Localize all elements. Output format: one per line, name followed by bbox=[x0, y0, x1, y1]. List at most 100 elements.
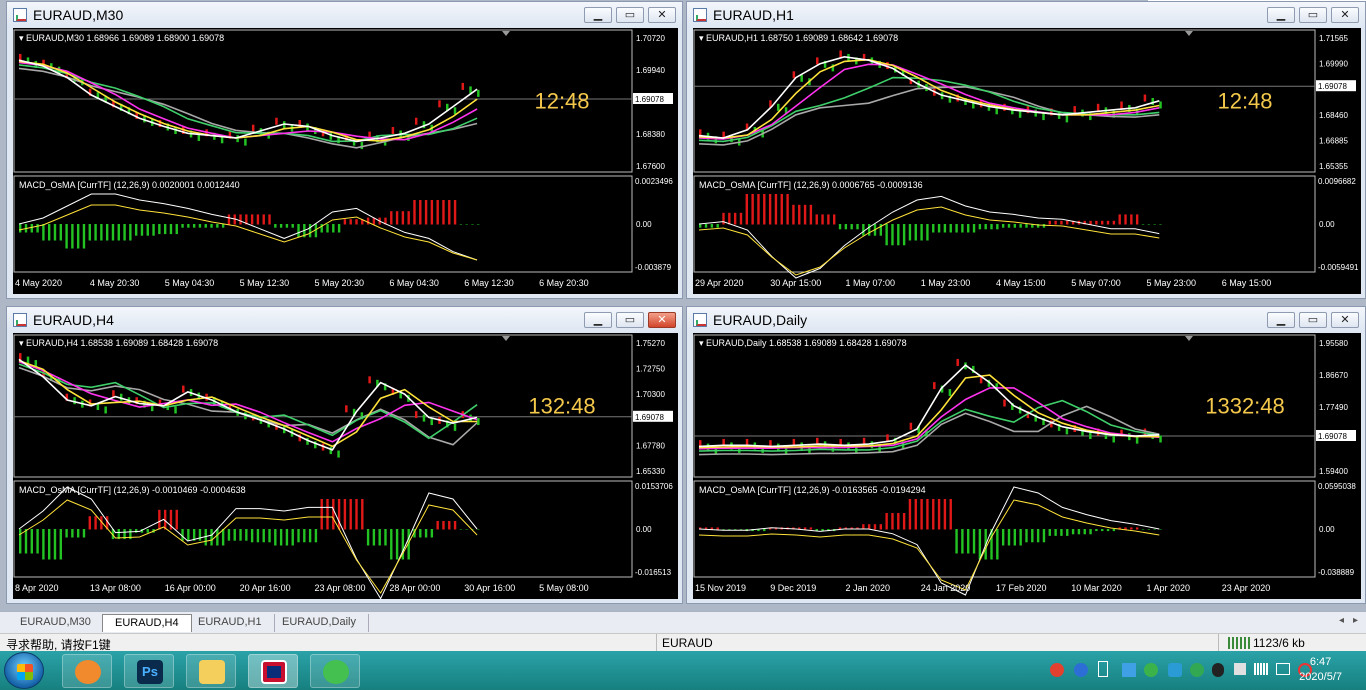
taskbar-photoshop[interactable]: Ps bbox=[124, 654, 174, 688]
chart-plot-area[interactable]: ▾ EURAUD,Daily 1.68538 1.69089 1.68428 1… bbox=[693, 333, 1361, 599]
macd-histogram-bar bbox=[850, 224, 853, 230]
window-titlebar[interactable]: EURAUD,H4 ▁ ▭ ✕ bbox=[7, 307, 682, 333]
macd-histogram-bar bbox=[337, 499, 341, 530]
chart-window-euraud-daily[interactable]: EURAUD,Daily ▁ ▭ ✕ ▾ EURAUD,Daily 1.6853… bbox=[686, 306, 1366, 604]
macd-signal-line bbox=[698, 206, 1160, 276]
tab-euraud-daily[interactable]: EURAUD,Daily bbox=[270, 614, 369, 632]
macd-histogram-bar bbox=[1089, 529, 1092, 535]
macd-histogram-bar bbox=[920, 499, 923, 530]
taskbar-metatrader[interactable] bbox=[248, 654, 298, 688]
macd-histogram-bar bbox=[1036, 529, 1040, 543]
macd-histogram-bar bbox=[146, 224, 149, 236]
macd-histogram-bar bbox=[291, 224, 294, 228]
chart-window-euraud-m30[interactable]: EURAUD,M30 ▁ ▭ ✕ ▾ EURAUD,M30 1.68966 1.… bbox=[6, 1, 683, 299]
tab-euraud-h1[interactable]: EURAUD,H1 bbox=[186, 614, 275, 632]
macd-axis-label: -0.0059491 bbox=[1318, 263, 1359, 272]
close-button[interactable]: ✕ bbox=[1331, 7, 1359, 23]
maximize-button[interactable]: ▭ bbox=[1299, 7, 1327, 23]
qq-icon[interactable] bbox=[1212, 663, 1224, 677]
flag-icon[interactable] bbox=[1234, 663, 1246, 675]
shield-icon[interactable] bbox=[1168, 663, 1182, 677]
price-chart[interactable]: ▾ EURAUD,H1 1.68750 1.69089 1.68642 1.69… bbox=[693, 28, 1361, 294]
ma-gray-line bbox=[18, 366, 478, 446]
macd-histogram-bar bbox=[384, 529, 387, 546]
chart-window-icon bbox=[13, 8, 27, 22]
price-chart[interactable]: ▾ EURAUD,M30 1.68966 1.69089 1.68900 1.6… bbox=[13, 28, 678, 294]
macd-histogram-bar bbox=[239, 214, 242, 225]
macd-histogram-bar bbox=[751, 194, 754, 225]
macd-axis-label: 0.0023496 bbox=[635, 177, 673, 186]
tab-scroll-left-icon[interactable]: ◂ bbox=[1339, 615, 1344, 626]
time-axis-label: 15 Nov 2019 bbox=[695, 583, 746, 593]
close-button[interactable]: ✕ bbox=[648, 312, 676, 328]
chart-window-euraud-h1[interactable]: EURAUD,H1 ▁ ▭ ✕ ▾ EURAUD,H1 1.68750 1.69… bbox=[686, 1, 1366, 299]
macd-histogram-bar bbox=[181, 529, 184, 541]
close-button[interactable]: ✕ bbox=[648, 7, 676, 23]
close-button[interactable]: ✕ bbox=[1331, 312, 1359, 328]
macd-histogram-bar bbox=[1159, 529, 1162, 530]
macd-histogram-bar bbox=[949, 499, 952, 530]
window-titlebar[interactable]: EURAUD,H1 ▁ ▭ ✕ bbox=[687, 2, 1365, 28]
macd-histogram-bar bbox=[902, 513, 906, 530]
macd-histogram-bar bbox=[123, 224, 126, 241]
price-chart[interactable]: ▾ EURAUD,Daily 1.68538 1.69089 1.68428 1… bbox=[693, 333, 1361, 599]
minimize-button[interactable]: ▁ bbox=[584, 7, 612, 23]
macd-histogram-bar bbox=[227, 214, 231, 225]
time-axis-label: 5 May 07:00 bbox=[1071, 278, 1121, 288]
macd-histogram-bar bbox=[699, 224, 702, 228]
minimize-button[interactable]: ▁ bbox=[1267, 7, 1295, 23]
display-icon[interactable] bbox=[1276, 663, 1290, 675]
security-icon[interactable] bbox=[1190, 663, 1204, 677]
price-marker-label: 1.69078 bbox=[1318, 82, 1347, 91]
sogou-ime-icon[interactable] bbox=[1050, 663, 1064, 677]
macd-histogram-bar bbox=[745, 194, 749, 225]
wechat-tray-icon[interactable] bbox=[1144, 663, 1158, 677]
tab-euraud-m30[interactable]: EURAUD,M30 bbox=[8, 614, 104, 632]
chart-window-euraud-h4[interactable]: EURAUD,H4 ▁ ▭ ✕ ▾ EURAUD,H4 1.68538 1.69… bbox=[6, 306, 683, 604]
chart-plot-area[interactable]: ▾ EURAUD,H4 1.68538 1.69089 1.68428 1.69… bbox=[13, 333, 678, 599]
start-button[interactable] bbox=[4, 652, 44, 689]
candle bbox=[1159, 435, 1162, 443]
price-axis-label: 1.68380 bbox=[636, 130, 665, 139]
ma-magenta-line bbox=[18, 61, 478, 141]
maximize-button[interactable]: ▭ bbox=[616, 7, 644, 23]
macd-histogram-bar bbox=[297, 224, 300, 238]
taskbar-app-orange[interactable] bbox=[62, 654, 112, 688]
time-axis-label: 1 May 23:00 bbox=[921, 278, 971, 288]
tab-euraud-h4[interactable]: EURAUD,H4 bbox=[102, 614, 192, 632]
macd-histogram-bar bbox=[65, 224, 68, 249]
macd-histogram-bar bbox=[768, 194, 772, 225]
macd-histogram-bar bbox=[71, 529, 74, 538]
price-marker-label: 1.69078 bbox=[635, 95, 664, 104]
window-titlebar[interactable]: EURAUD,M30 ▁ ▭ ✕ bbox=[7, 2, 682, 28]
network-icon[interactable] bbox=[1098, 661, 1108, 677]
macd-histogram-bar bbox=[76, 224, 80, 249]
candle bbox=[933, 382, 936, 390]
macd-histogram-bar bbox=[716, 224, 719, 228]
macd-histogram-bar bbox=[821, 214, 824, 225]
taskbar-explorer[interactable] bbox=[186, 654, 236, 688]
price-chart[interactable]: ▾ EURAUD,H4 1.68538 1.69089 1.68428 1.69… bbox=[13, 333, 678, 599]
box-icon[interactable] bbox=[1122, 663, 1136, 677]
macd-histogram-bar bbox=[378, 529, 381, 546]
macd-histogram-bar bbox=[221, 529, 225, 546]
chart-plot-area[interactable]: ▾ EURAUD,M30 1.68966 1.69089 1.68900 1.6… bbox=[13, 28, 678, 294]
minimize-button[interactable]: ▁ bbox=[1267, 312, 1295, 328]
bar-countdown-timer: 132:48 bbox=[528, 393, 595, 418]
macd-histogram-bar bbox=[187, 529, 190, 541]
macd-histogram-bar bbox=[1112, 220, 1116, 225]
minimize-button[interactable]: ▁ bbox=[584, 312, 612, 328]
help-icon[interactable] bbox=[1074, 663, 1088, 677]
chart-plot-area[interactable]: ▾ EURAUD,H1 1.68750 1.69089 1.68642 1.69… bbox=[693, 28, 1361, 294]
taskbar-clock[interactable]: 6:47 2020/5/7 bbox=[1299, 655, 1342, 685]
taskbar-wechat[interactable] bbox=[310, 654, 360, 688]
macd-histogram-bar bbox=[757, 194, 760, 225]
signal-icon[interactable] bbox=[1254, 663, 1268, 675]
macd-info-text: MACD_OsMA [CurrTF] (12,26,9) 0.0020001 0… bbox=[19, 180, 240, 190]
window-titlebar[interactable]: EURAUD,Daily ▁ ▭ ✕ bbox=[687, 307, 1365, 333]
maximize-button[interactable]: ▭ bbox=[616, 312, 644, 328]
macd-histogram-bar bbox=[809, 204, 813, 225]
maximize-button[interactable]: ▭ bbox=[1299, 312, 1327, 328]
time-axis-label: 20 Apr 16:00 bbox=[240, 583, 291, 593]
tab-scroll-right-icon[interactable]: ▸ bbox=[1353, 615, 1358, 626]
